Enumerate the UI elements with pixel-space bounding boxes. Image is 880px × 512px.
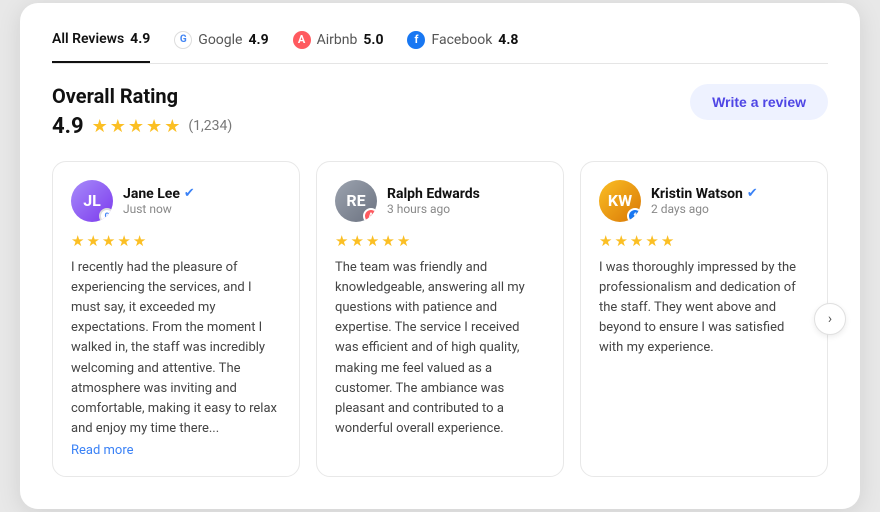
overall-left: Overall Rating 4.9 ★ ★ ★ ★ ★ (1,234) — [52, 84, 232, 139]
tab-airbnb-score: 5.0 — [363, 32, 383, 48]
reviewer-info-jane: Jane Lee ✔ Just now — [123, 186, 195, 216]
star-sm: ★ — [630, 232, 643, 250]
tab-airbnb[interactable]: A Airbnb 5.0 — [293, 31, 384, 49]
overall-stars: ★ ★ ★ ★ ★ — [92, 116, 181, 137]
overall-score: 4.9 — [52, 114, 84, 139]
tab-facebook-label: Facebook — [431, 32, 492, 48]
platform-badge-kristin: f — [627, 208, 641, 222]
review-card-jane: JL G Jane Lee ✔ Just now ★ ★ ★ ★ ★ I rec — [52, 161, 300, 477]
avatar-ralph: RE A — [335, 180, 377, 222]
reviewer-header-kristin: KW f Kristin Watson ✔ 2 days ago — [599, 180, 809, 222]
tab-google-label: Google — [198, 32, 242, 48]
star-sm: ★ — [86, 232, 99, 250]
star-sm: ★ — [335, 232, 348, 250]
overall-title: Overall Rating — [52, 84, 232, 108]
facebook-icon: f — [407, 31, 425, 49]
tab-google[interactable]: G Google 4.9 — [174, 31, 268, 49]
verified-icon-kristin: ✔ — [747, 186, 758, 201]
tab-google-score: 4.9 — [248, 32, 268, 48]
star-2: ★ — [110, 116, 126, 137]
reviewer-name-kristin: Kristin Watson — [651, 186, 743, 202]
overall-stars-row: 4.9 ★ ★ ★ ★ ★ (1,234) — [52, 114, 232, 139]
star-4: ★ — [146, 116, 162, 137]
avatar-kristin: KW f — [599, 180, 641, 222]
reviewer-name-ralph: Ralph Edwards — [387, 186, 480, 202]
tab-all-reviews[interactable]: All Reviews 4.9 — [52, 31, 150, 63]
tab-facebook[interactable]: f Facebook 4.8 — [407, 31, 518, 49]
star-1: ★ — [92, 116, 108, 137]
avatar-jane: JL G — [71, 180, 113, 222]
review-text-kristin: I was thoroughly impressed by the profes… — [599, 258, 809, 359]
star-sm: ★ — [133, 232, 146, 250]
review-card-kristin: KW f Kristin Watson ✔ 2 days ago ★ ★ ★ ★… — [580, 161, 828, 477]
star-sm: ★ — [102, 232, 115, 250]
star-sm: ★ — [366, 232, 379, 250]
reviewer-name-jane: Jane Lee — [123, 186, 180, 202]
reviews-grid: JL G Jane Lee ✔ Just now ★ ★ ★ ★ ★ I rec — [52, 161, 828, 477]
tab-all-reviews-score: 4.9 — [130, 31, 150, 47]
verified-icon-jane: ✔ — [184, 186, 195, 201]
review-text-ralph: The team was friendly and knowledgeable,… — [335, 258, 545, 439]
review-card-ralph: RE A Ralph Edwards 3 hours ago ★ ★ ★ ★ ★… — [316, 161, 564, 477]
review-text-jane: I recently had the pleasure of experienc… — [71, 258, 281, 439]
star-sm: ★ — [614, 232, 627, 250]
overall-rating-section: Overall Rating 4.9 ★ ★ ★ ★ ★ (1,234) Wri… — [52, 84, 828, 139]
tab-facebook-score: 4.8 — [498, 32, 518, 48]
star-sm: ★ — [599, 232, 612, 250]
star-sm: ★ — [645, 232, 658, 250]
star-sm: ★ — [381, 232, 394, 250]
reviewer-name-row-kristin: Kristin Watson ✔ — [651, 186, 758, 202]
review-time-ralph: 3 hours ago — [387, 202, 480, 216]
tab-all-reviews-label: All Reviews — [52, 31, 124, 47]
review-stars-jane: ★ ★ ★ ★ ★ — [71, 232, 281, 250]
tab-airbnb-label: Airbnb — [317, 32, 358, 48]
google-icon: G — [174, 31, 192, 49]
tab-bar: All Reviews 4.9 G Google 4.9 A Airbnb 5.… — [52, 31, 828, 64]
review-time-jane: Just now — [123, 202, 195, 216]
star-sm: ★ — [117, 232, 130, 250]
reviewer-header-ralph: RE A Ralph Edwards 3 hours ago — [335, 180, 545, 222]
star-sm: ★ — [661, 232, 674, 250]
star-3: ★ — [128, 116, 144, 137]
airbnb-icon: A — [293, 31, 311, 49]
reviewer-info-ralph: Ralph Edwards 3 hours ago — [387, 186, 480, 216]
review-stars-kristin: ★ ★ ★ ★ ★ — [599, 232, 809, 250]
star-sm: ★ — [350, 232, 363, 250]
next-arrow-button[interactable]: › — [814, 303, 846, 335]
review-stars-ralph: ★ ★ ★ ★ ★ — [335, 232, 545, 250]
review-count: (1,234) — [188, 118, 232, 134]
write-review-button[interactable]: Write a review — [690, 84, 828, 120]
star-sm: ★ — [71, 232, 84, 250]
platform-badge-jane: G — [99, 208, 113, 222]
read-more-jane[interactable]: Read more — [71, 443, 134, 458]
star-sm: ★ — [397, 232, 410, 250]
reviewer-info-kristin: Kristin Watson ✔ 2 days ago — [651, 186, 758, 216]
reviewer-name-row-jane: Jane Lee ✔ — [123, 186, 195, 202]
platform-badge-ralph: A — [363, 208, 377, 222]
reviews-widget: All Reviews 4.9 G Google 4.9 A Airbnb 5.… — [20, 3, 860, 509]
star-5: ★ — [164, 116, 180, 137]
review-time-kristin: 2 days ago — [651, 202, 758, 216]
reviewer-header-jane: JL G Jane Lee ✔ Just now — [71, 180, 281, 222]
reviewer-name-row-ralph: Ralph Edwards — [387, 186, 480, 202]
